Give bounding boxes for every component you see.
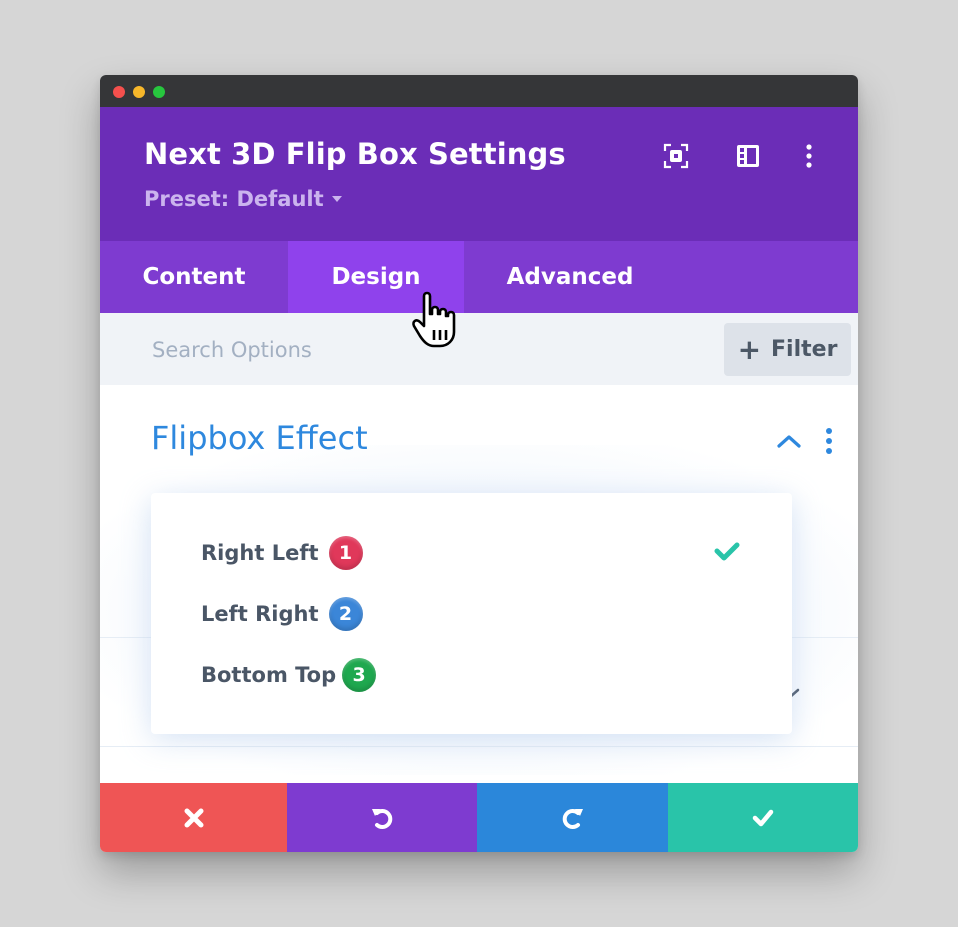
undo-icon [372, 808, 393, 829]
section-more-icon[interactable] [824, 427, 834, 455]
redo-button[interactable] [477, 783, 668, 852]
search-input[interactable] [150, 331, 574, 369]
window-titlebar [100, 75, 858, 107]
undo-button[interactable] [287, 783, 477, 852]
modal-title: Next 3D Flip Box Settings [144, 137, 566, 171]
cancel-button[interactable] [100, 783, 287, 852]
number-badge: 1 [328, 536, 363, 570]
layout-button[interactable] [735, 143, 761, 169]
maximize-window-button[interactable] [153, 86, 165, 98]
layout-icon [737, 145, 759, 167]
preset-selector[interactable]: Preset: Default [144, 187, 342, 211]
fullscreen-icon [663, 143, 689, 169]
option-label: Left Right [201, 602, 319, 626]
tab-design[interactable]: Design [288, 241, 464, 313]
filter-button[interactable]: + Filter [724, 323, 851, 376]
tab-advanced[interactable]: Advanced [464, 241, 676, 313]
modal-footer [100, 783, 858, 852]
option-label: Bottom Top [201, 663, 337, 687]
close-icon [184, 808, 203, 827]
caret-down-icon [331, 196, 342, 202]
section-divider [100, 746, 858, 747]
filter-label: Filter [771, 337, 838, 362]
number-badge: 2 [328, 597, 363, 631]
modal-header: Next 3D Flip Box Settings Preset: Defaul… [100, 107, 858, 241]
check-icon [752, 809, 774, 826]
tab-content[interactable]: Content [100, 241, 288, 313]
chevron-up-icon[interactable] [776, 433, 802, 449]
dropdown-option[interactable]: Right Left 1 [201, 536, 363, 570]
plus-icon: + [737, 332, 762, 366]
redo-icon [562, 808, 583, 829]
selected-check-icon [714, 542, 740, 561]
preset-label: Preset: Default [144, 187, 324, 211]
more-vertical-icon [806, 144, 812, 168]
tab-bar: Content Design Advanced [100, 241, 858, 313]
flipbox-effect-dropdown: Right Left 1 Left Right 2 Bottom Top 3 [151, 493, 792, 734]
minimize-window-button[interactable] [133, 86, 145, 98]
settings-modal: Next 3D Flip Box Settings Preset: Defaul… [100, 75, 858, 852]
dropdown-option[interactable]: Bottom Top 3 [201, 658, 377, 692]
number-badge: 3 [342, 658, 377, 692]
more-options-button[interactable] [796, 143, 822, 169]
save-button[interactable] [668, 783, 858, 852]
section-title[interactable]: Flipbox Effect [151, 419, 368, 457]
option-label: Right Left [201, 541, 319, 565]
fullscreen-button[interactable] [663, 143, 689, 169]
search-bar: + Filter [100, 313, 858, 385]
close-window-button[interactable] [113, 86, 125, 98]
settings-body: Flipbox Effect Right Left 1 Left Right 2… [100, 385, 858, 782]
dropdown-option[interactable]: Left Right 2 [201, 597, 363, 631]
